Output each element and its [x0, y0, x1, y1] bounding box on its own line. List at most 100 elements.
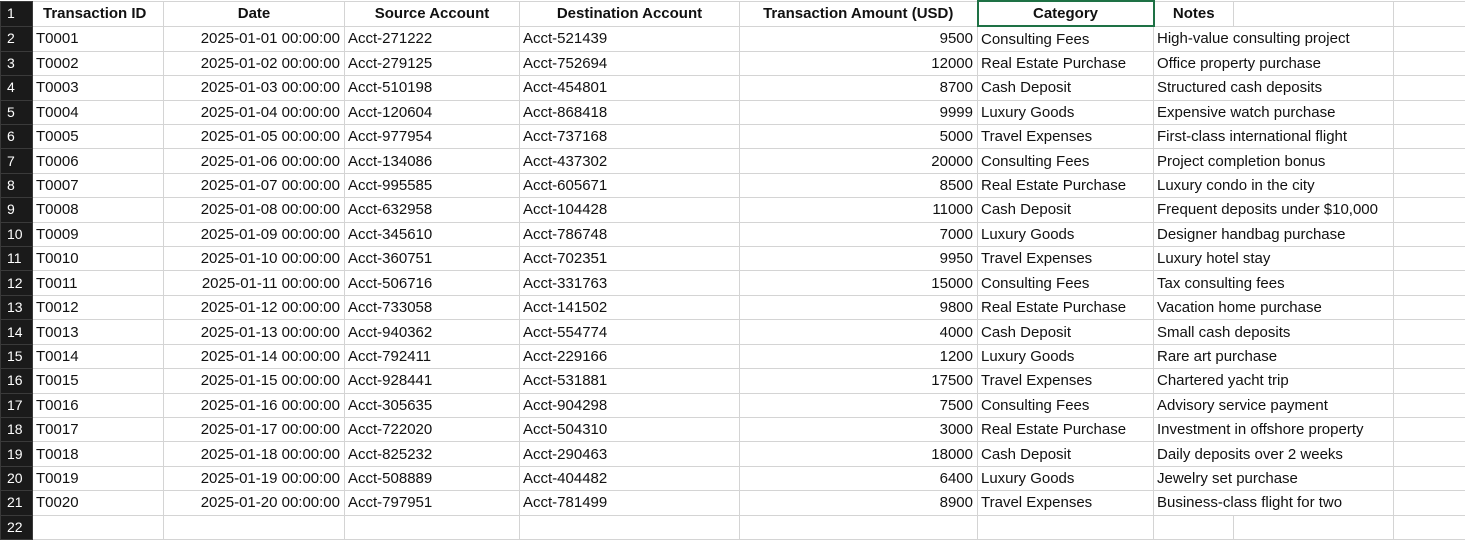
cell-transaction-id[interactable]: T0011: [32, 270, 164, 296]
cell-category[interactable]: Real Estate Purchase: [977, 50, 1154, 77]
cell-destination-account[interactable]: Acct-702351: [519, 246, 740, 272]
cell-notes[interactable]: Business-class flight for two: [1153, 490, 1342, 516]
row-number[interactable]: 2: [0, 25, 33, 52]
cell-date[interactable]: 2025-01-01 00:00:00: [163, 25, 345, 52]
cell-category[interactable]: Travel Expenses: [977, 368, 1154, 394]
empty-cell[interactable]: [1393, 50, 1465, 77]
cell-transaction-id[interactable]: T0019: [32, 465, 164, 492]
row-number[interactable]: 5: [0, 99, 33, 126]
cell-date[interactable]: 2025-01-16 00:00:00: [163, 392, 345, 418]
cell-destination-account[interactable]: Acct-290463: [519, 441, 740, 467]
empty-cell[interactable]: [1393, 319, 1465, 345]
cell-amount[interactable]: 6400: [739, 465, 978, 492]
cell-notes[interactable]: Office property purchase: [1153, 50, 1321, 77]
cell-transaction-id[interactable]: T0007: [32, 172, 164, 199]
cell-amount[interactable]: 7500: [739, 392, 978, 418]
cell-notes[interactable]: Tax consulting fees: [1153, 270, 1285, 296]
cell-category[interactable]: Consulting Fees: [977, 148, 1154, 174]
row-number[interactable]: 3: [0, 50, 33, 77]
cell-amount[interactable]: 8900: [739, 490, 978, 516]
cell-amount[interactable]: 8500: [739, 172, 978, 199]
empty-cell[interactable]: [1153, 514, 1234, 540]
cell-transaction-id[interactable]: T0004: [32, 99, 164, 126]
cell-amount[interactable]: 7000: [739, 221, 978, 248]
cell-amount[interactable]: 1200: [739, 343, 978, 370]
header-notes[interactable]: Notes: [1153, 0, 1234, 27]
empty-cell[interactable]: [1393, 441, 1465, 467]
cell-category[interactable]: Consulting Fees: [977, 270, 1154, 296]
cell-category[interactable]: Luxury Goods: [977, 99, 1154, 126]
cell-destination-account[interactable]: Acct-868418: [519, 99, 740, 126]
cell-source-account[interactable]: Acct-279125: [344, 50, 520, 77]
cell-source-account[interactable]: Acct-271222: [344, 25, 520, 52]
cell-notes[interactable]: Luxury hotel stay: [1153, 246, 1270, 272]
cell-notes[interactable]: Designer handbag purchase: [1153, 221, 1345, 248]
row-number[interactable]: 10: [0, 221, 33, 248]
cell-transaction-id[interactable]: T0018: [32, 441, 164, 467]
empty-cell[interactable]: [1393, 172, 1465, 199]
empty-cell[interactable]: [344, 514, 520, 540]
cell-source-account[interactable]: Acct-977954: [344, 124, 520, 150]
cell-category[interactable]: Travel Expenses: [977, 246, 1154, 272]
cell-destination-account[interactable]: Acct-521439: [519, 25, 740, 52]
cell-notes[interactable]: Vacation home purchase: [1153, 294, 1322, 321]
cell-transaction-id[interactable]: T0010: [32, 246, 164, 272]
empty-cell[interactable]: [1393, 148, 1465, 174]
cell-category[interactable]: Cash Deposit: [977, 197, 1154, 223]
cell-notes[interactable]: First-class international flight: [1153, 124, 1347, 150]
row-number[interactable]: 13: [0, 294, 33, 321]
cell-category[interactable]: Cash Deposit: [977, 75, 1154, 101]
cell-source-account[interactable]: Acct-508889: [344, 465, 520, 492]
row-number[interactable]: 11: [0, 246, 33, 272]
cell-category[interactable]: Luxury Goods: [977, 465, 1154, 492]
cell-notes[interactable]: Jewelry set purchase: [1153, 465, 1298, 492]
cell-notes[interactable]: Investment in offshore property: [1153, 416, 1364, 443]
cell-destination-account[interactable]: Acct-904298: [519, 392, 740, 418]
cell-amount[interactable]: 9999: [739, 99, 978, 126]
cell-source-account[interactable]: Acct-928441: [344, 368, 520, 394]
cell-date[interactable]: 2025-01-09 00:00:00: [163, 221, 345, 248]
cell-category[interactable]: Travel Expenses: [977, 490, 1154, 516]
row-number[interactable]: 17: [0, 392, 33, 418]
cell-destination-account[interactable]: Acct-504310: [519, 416, 740, 443]
cell-source-account[interactable]: Acct-825232: [344, 441, 520, 467]
row-number[interactable]: 18: [0, 416, 33, 443]
cell-destination-account[interactable]: Acct-141502: [519, 294, 740, 321]
cell-date[interactable]: 2025-01-08 00:00:00: [163, 197, 345, 223]
empty-cell[interactable]: [1393, 25, 1465, 52]
cell-source-account[interactable]: Acct-797951: [344, 490, 520, 516]
cell-date[interactable]: 2025-01-03 00:00:00: [163, 75, 345, 101]
cell-notes[interactable]: Luxury condo in the city: [1153, 172, 1315, 199]
cell-amount[interactable]: 8700: [739, 75, 978, 101]
cell-amount[interactable]: 15000: [739, 270, 978, 296]
cell-source-account[interactable]: Acct-120604: [344, 99, 520, 126]
row-number[interactable]: 21: [0, 490, 33, 516]
cell-amount[interactable]: 3000: [739, 416, 978, 443]
cell-destination-account[interactable]: Acct-454801: [519, 75, 740, 101]
cell-category[interactable]: Real Estate Purchase: [977, 172, 1154, 199]
row-number[interactable]: 15: [0, 343, 33, 370]
cell-transaction-id[interactable]: T0008: [32, 197, 164, 223]
header-source-account[interactable]: Source Account: [344, 0, 520, 27]
row-number[interactable]: 20: [0, 465, 33, 492]
cell-category[interactable]: Cash Deposit: [977, 319, 1154, 345]
empty-cell[interactable]: [1393, 246, 1465, 272]
cell-notes[interactable]: Expensive watch purchase: [1153, 99, 1335, 126]
cell-notes[interactable]: Daily deposits over 2 weeks: [1153, 441, 1343, 467]
row-number[interactable]: 14: [0, 319, 33, 345]
row-number[interactable]: 9: [0, 197, 33, 223]
cell-date[interactable]: 2025-01-12 00:00:00: [163, 294, 345, 321]
cell-amount[interactable]: 9800: [739, 294, 978, 321]
cell-source-account[interactable]: Acct-510198: [344, 75, 520, 101]
cell-notes[interactable]: Chartered yacht trip: [1153, 368, 1289, 394]
header-transaction-id[interactable]: Transaction ID: [32, 0, 164, 27]
row-number[interactable]: 12: [0, 270, 33, 296]
empty-cell[interactable]: [519, 514, 740, 540]
cell-date[interactable]: 2025-01-20 00:00:00: [163, 490, 345, 516]
empty-cell[interactable]: [1393, 221, 1465, 248]
cell-destination-account[interactable]: Acct-737168: [519, 124, 740, 150]
empty-cell[interactable]: [1393, 343, 1465, 370]
cell-amount[interactable]: 20000: [739, 148, 978, 174]
cell-destination-account[interactable]: Acct-554774: [519, 319, 740, 345]
empty-cell[interactable]: [32, 514, 164, 540]
